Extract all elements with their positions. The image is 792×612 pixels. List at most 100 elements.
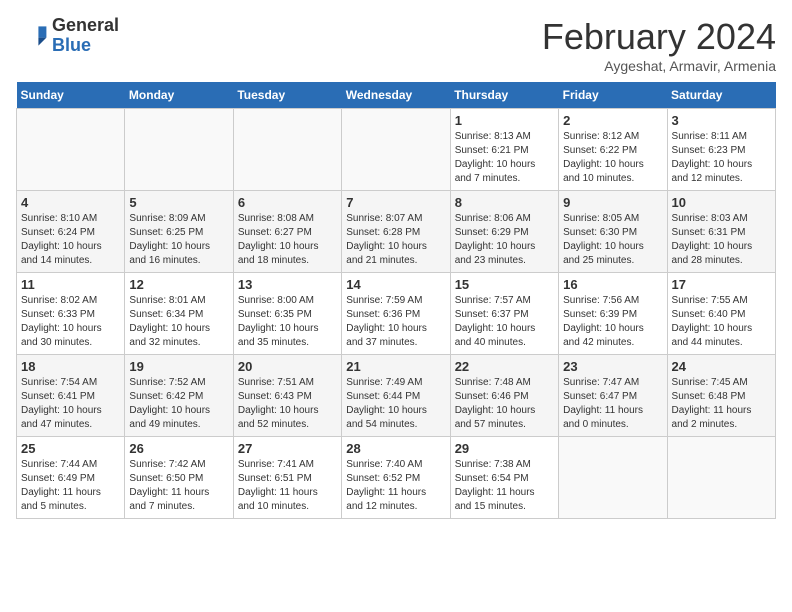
calendar-cell: 14 Sunrise: 7:59 AM Sunset: 6:36 PM Dayli… xyxy=(342,273,450,355)
calendar-cell: 4 Sunrise: 8:10 AM Sunset: 6:24 PM Daylig… xyxy=(17,191,125,273)
calendar-cell: 23 Sunrise: 7:47 AM Sunset: 6:47 PM Dayli… xyxy=(559,355,667,437)
week-row-2: 4 Sunrise: 8:10 AM Sunset: 6:24 PM Daylig… xyxy=(17,191,776,273)
day-number: 5 xyxy=(129,195,228,210)
location-subtitle: Aygeshat, Armavir, Armenia xyxy=(542,58,776,74)
week-row-1: 1 Sunrise: 8:13 AM Sunset: 6:21 PM Daylig… xyxy=(17,109,776,191)
calendar-cell: 20 Sunrise: 7:51 AM Sunset: 6:43 PM Dayli… xyxy=(233,355,341,437)
day-number: 14 xyxy=(346,277,445,292)
day-info: Sunrise: 8:09 AM Sunset: 6:25 PM Dayligh… xyxy=(129,212,228,268)
calendar-cell: 5 Sunrise: 8:09 AM Sunset: 6:25 PM Daylig… xyxy=(125,191,233,273)
day-header-thursday: Thursday xyxy=(450,82,558,109)
day-info: Sunrise: 7:47 AM Sunset: 6:47 PM Dayligh… xyxy=(563,376,662,432)
day-header-friday: Friday xyxy=(559,82,667,109)
day-number: 21 xyxy=(346,359,445,374)
day-info: Sunrise: 8:01 AM Sunset: 6:34 PM Dayligh… xyxy=(129,294,228,350)
calendar-cell: 8 Sunrise: 8:06 AM Sunset: 6:29 PM Daylig… xyxy=(450,191,558,273)
day-info: Sunrise: 7:55 AM Sunset: 6:40 PM Dayligh… xyxy=(672,294,771,350)
day-info: Sunrise: 7:56 AM Sunset: 6:39 PM Dayligh… xyxy=(563,294,662,350)
calendar-cell: 17 Sunrise: 7:55 AM Sunset: 6:40 PM Dayli… xyxy=(667,273,775,355)
day-header-saturday: Saturday xyxy=(667,82,775,109)
day-info: Sunrise: 7:49 AM Sunset: 6:44 PM Dayligh… xyxy=(346,376,445,432)
day-info: Sunrise: 7:42 AM Sunset: 6:50 PM Dayligh… xyxy=(129,458,228,514)
day-info: Sunrise: 8:08 AM Sunset: 6:27 PM Dayligh… xyxy=(238,212,337,268)
calendar-cell: 6Sunrise: 8:08 AM Sunset: 6:27 PM Daylig… xyxy=(233,191,341,273)
calendar-cell: 22 Sunrise: 7:48 AM Sunset: 6:46 PM Dayli… xyxy=(450,355,558,437)
day-number: 23 xyxy=(563,359,662,374)
day-number: 3 xyxy=(672,113,771,128)
day-info: Sunrise: 8:06 AM Sunset: 6:29 PM Dayligh… xyxy=(455,212,554,268)
day-header-sunday: Sunday xyxy=(17,82,125,109)
calendar-cell: 24Sunrise: 7:45 AM Sunset: 6:48 PM Dayli… xyxy=(667,355,775,437)
calendar-cell: 7 Sunrise: 8:07 AM Sunset: 6:28 PM Daylig… xyxy=(342,191,450,273)
calendar-cell: 18 Sunrise: 7:54 AM Sunset: 6:41 PM Dayli… xyxy=(17,355,125,437)
calendar-cell: 25 Sunrise: 7:44 AM Sunset: 6:49 PM Dayli… xyxy=(17,437,125,519)
calendar-cell: 13 Sunrise: 8:00 AM Sunset: 6:35 PM Dayli… xyxy=(233,273,341,355)
day-info: Sunrise: 8:11 AM Sunset: 6:23 PM Dayligh… xyxy=(672,130,771,186)
day-number: 16 xyxy=(563,277,662,292)
day-info: Sunrise: 8:07 AM Sunset: 6:28 PM Dayligh… xyxy=(346,212,445,268)
day-number: 11 xyxy=(21,277,120,292)
day-number: 7 xyxy=(346,195,445,210)
calendar-cell: 1 Sunrise: 8:13 AM Sunset: 6:21 PM Daylig… xyxy=(450,109,558,191)
calendar-cell xyxy=(233,109,341,191)
calendar-table: SundayMondayTuesdayWednesdayThursdayFrid… xyxy=(16,82,776,519)
month-title: February 2024 xyxy=(542,16,776,58)
calendar-cell: 21 Sunrise: 7:49 AM Sunset: 6:44 PM Dayli… xyxy=(342,355,450,437)
week-row-3: 11 Sunrise: 8:02 AM Sunset: 6:33 PM Dayli… xyxy=(17,273,776,355)
day-number: 27 xyxy=(238,441,337,456)
day-number: 1 xyxy=(455,113,554,128)
day-number: 4 xyxy=(21,195,120,210)
day-info: Sunrise: 7:38 AM Sunset: 6:54 PM Dayligh… xyxy=(455,458,554,514)
calendar-cell: 12 Sunrise: 8:01 AM Sunset: 6:34 PM Dayli… xyxy=(125,273,233,355)
day-header-monday: Monday xyxy=(125,82,233,109)
day-number: 20 xyxy=(238,359,337,374)
day-info: Sunrise: 8:00 AM Sunset: 6:35 PM Dayligh… xyxy=(238,294,337,350)
day-info: Sunrise: 7:54 AM Sunset: 6:41 PM Dayligh… xyxy=(21,376,120,432)
calendar-cell xyxy=(342,109,450,191)
day-info: Sunrise: 7:44 AM Sunset: 6:49 PM Dayligh… xyxy=(21,458,120,514)
day-info: Sunrise: 8:02 AM Sunset: 6:33 PM Dayligh… xyxy=(21,294,120,350)
logo-text: General Blue xyxy=(52,16,119,56)
header: General Blue February 2024 Aygeshat, Arm… xyxy=(16,16,776,74)
calendar-cell: 10Sunrise: 8:03 AM Sunset: 6:31 PM Dayli… xyxy=(667,191,775,273)
calendar-cell: 28Sunrise: 7:40 AM Sunset: 6:52 PM Dayli… xyxy=(342,437,450,519)
day-info: Sunrise: 7:51 AM Sunset: 6:43 PM Dayligh… xyxy=(238,376,337,432)
day-header-tuesday: Tuesday xyxy=(233,82,341,109)
day-info: Sunrise: 7:52 AM Sunset: 6:42 PM Dayligh… xyxy=(129,376,228,432)
calendar-cell: 27Sunrise: 7:41 AM Sunset: 6:51 PM Dayli… xyxy=(233,437,341,519)
calendar-header-row: SundayMondayTuesdayWednesdayThursdayFrid… xyxy=(17,82,776,109)
day-number: 22 xyxy=(455,359,554,374)
day-number: 8 xyxy=(455,195,554,210)
calendar-cell: 19 Sunrise: 7:52 AM Sunset: 6:42 PM Dayli… xyxy=(125,355,233,437)
day-number: 26 xyxy=(129,441,228,456)
day-info: Sunrise: 7:45 AM Sunset: 6:48 PM Dayligh… xyxy=(672,376,771,432)
calendar-cell xyxy=(667,437,775,519)
day-number: 13 xyxy=(238,277,337,292)
calendar-cell: 29Sunrise: 7:38 AM Sunset: 6:54 PM Dayli… xyxy=(450,437,558,519)
calendar-cell: 9 Sunrise: 8:05 AM Sunset: 6:30 PM Daylig… xyxy=(559,191,667,273)
calendar-cell xyxy=(17,109,125,191)
day-info: Sunrise: 8:03 AM Sunset: 6:31 PM Dayligh… xyxy=(672,212,771,268)
logo: General Blue xyxy=(16,16,119,56)
calendar-cell: 16 Sunrise: 7:56 AM Sunset: 6:39 PM Dayli… xyxy=(559,273,667,355)
day-header-wednesday: Wednesday xyxy=(342,82,450,109)
day-number: 12 xyxy=(129,277,228,292)
calendar-cell xyxy=(559,437,667,519)
calendar-cell: 2Sunrise: 8:12 AM Sunset: 6:22 PM Daylig… xyxy=(559,109,667,191)
day-info: Sunrise: 8:10 AM Sunset: 6:24 PM Dayligh… xyxy=(21,212,120,268)
day-number: 25 xyxy=(21,441,120,456)
day-info: Sunrise: 7:59 AM Sunset: 6:36 PM Dayligh… xyxy=(346,294,445,350)
day-info: Sunrise: 8:13 AM Sunset: 6:21 PM Dayligh… xyxy=(455,130,554,186)
calendar-cell: 26 Sunrise: 7:42 AM Sunset: 6:50 PM Dayli… xyxy=(125,437,233,519)
day-info: Sunrise: 7:57 AM Sunset: 6:37 PM Dayligh… xyxy=(455,294,554,350)
calendar-cell xyxy=(125,109,233,191)
day-info: Sunrise: 8:05 AM Sunset: 6:30 PM Dayligh… xyxy=(563,212,662,268)
day-number: 19 xyxy=(129,359,228,374)
day-number: 15 xyxy=(455,277,554,292)
day-number: 18 xyxy=(21,359,120,374)
day-info: Sunrise: 7:48 AM Sunset: 6:46 PM Dayligh… xyxy=(455,376,554,432)
day-info: Sunrise: 7:40 AM Sunset: 6:52 PM Dayligh… xyxy=(346,458,445,514)
day-number: 17 xyxy=(672,277,771,292)
day-number: 9 xyxy=(563,195,662,210)
calendar-cell: 3 Sunrise: 8:11 AM Sunset: 6:23 PM Daylig… xyxy=(667,109,775,191)
